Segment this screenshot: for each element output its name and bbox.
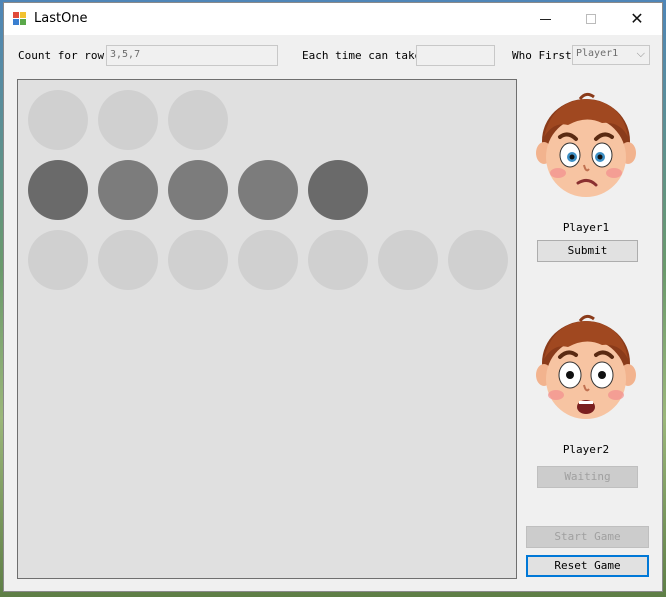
window-title: LastOne xyxy=(34,11,88,26)
close-button[interactable]: ✕ xyxy=(614,3,660,35)
ball-empty[interactable] xyxy=(308,230,368,290)
who-first-value: Player1 xyxy=(576,48,619,59)
ball-dark[interactable] xyxy=(308,160,368,220)
ball-empty[interactable] xyxy=(378,230,438,290)
ball-empty[interactable] xyxy=(238,230,298,290)
ball-empty[interactable] xyxy=(168,90,228,150)
maximize-icon xyxy=(586,14,596,24)
submit-button[interactable]: Submit xyxy=(537,240,638,262)
ball-row xyxy=(28,230,508,290)
player1-avatar xyxy=(536,92,636,197)
minimize-icon xyxy=(539,18,551,20)
close-icon: ✕ xyxy=(630,9,644,28)
each-time-take-input[interactable] xyxy=(416,45,495,66)
maximize-button[interactable] xyxy=(568,3,614,35)
ball-empty[interactable] xyxy=(98,90,158,150)
count-for-row-input[interactable]: 3,5,7 xyxy=(106,45,278,66)
app-icon xyxy=(13,12,27,26)
ball-empty[interactable] xyxy=(28,90,88,150)
ball-row xyxy=(28,160,368,220)
start-game-button[interactable]: Start Game xyxy=(526,526,649,548)
chevron-down-icon: ⌵ xyxy=(636,47,645,60)
app-window: LastOne ✕ Count for row 3,5,7 Each time … xyxy=(3,2,663,592)
ball-dark[interactable] xyxy=(28,160,88,220)
who-first-label: Who First xyxy=(512,49,572,62)
ball-selected[interactable] xyxy=(168,160,228,220)
reset-game-button[interactable]: Reset Game xyxy=(526,555,649,577)
waiting-button[interactable]: Waiting xyxy=(537,466,638,488)
each-time-take-label: Each time can take xyxy=(302,49,422,62)
game-board xyxy=(17,79,517,579)
ball-selected[interactable] xyxy=(238,160,298,220)
count-for-row-label: Count for row xyxy=(18,49,105,62)
title-bar[interactable]: LastOne ✕ xyxy=(4,3,662,35)
ball-empty[interactable] xyxy=(168,230,228,290)
player1-name: Player1 xyxy=(562,221,610,234)
who-first-select[interactable]: Player1 ⌵ xyxy=(572,45,650,65)
minimize-button[interactable] xyxy=(522,3,568,35)
ball-empty[interactable] xyxy=(28,230,88,290)
player2-avatar xyxy=(536,314,636,419)
player2-name: Player2 xyxy=(562,443,610,456)
ball-row xyxy=(28,90,228,150)
ball-empty[interactable] xyxy=(98,230,158,290)
ball-selected[interactable] xyxy=(98,160,158,220)
ball-empty[interactable] xyxy=(448,230,508,290)
